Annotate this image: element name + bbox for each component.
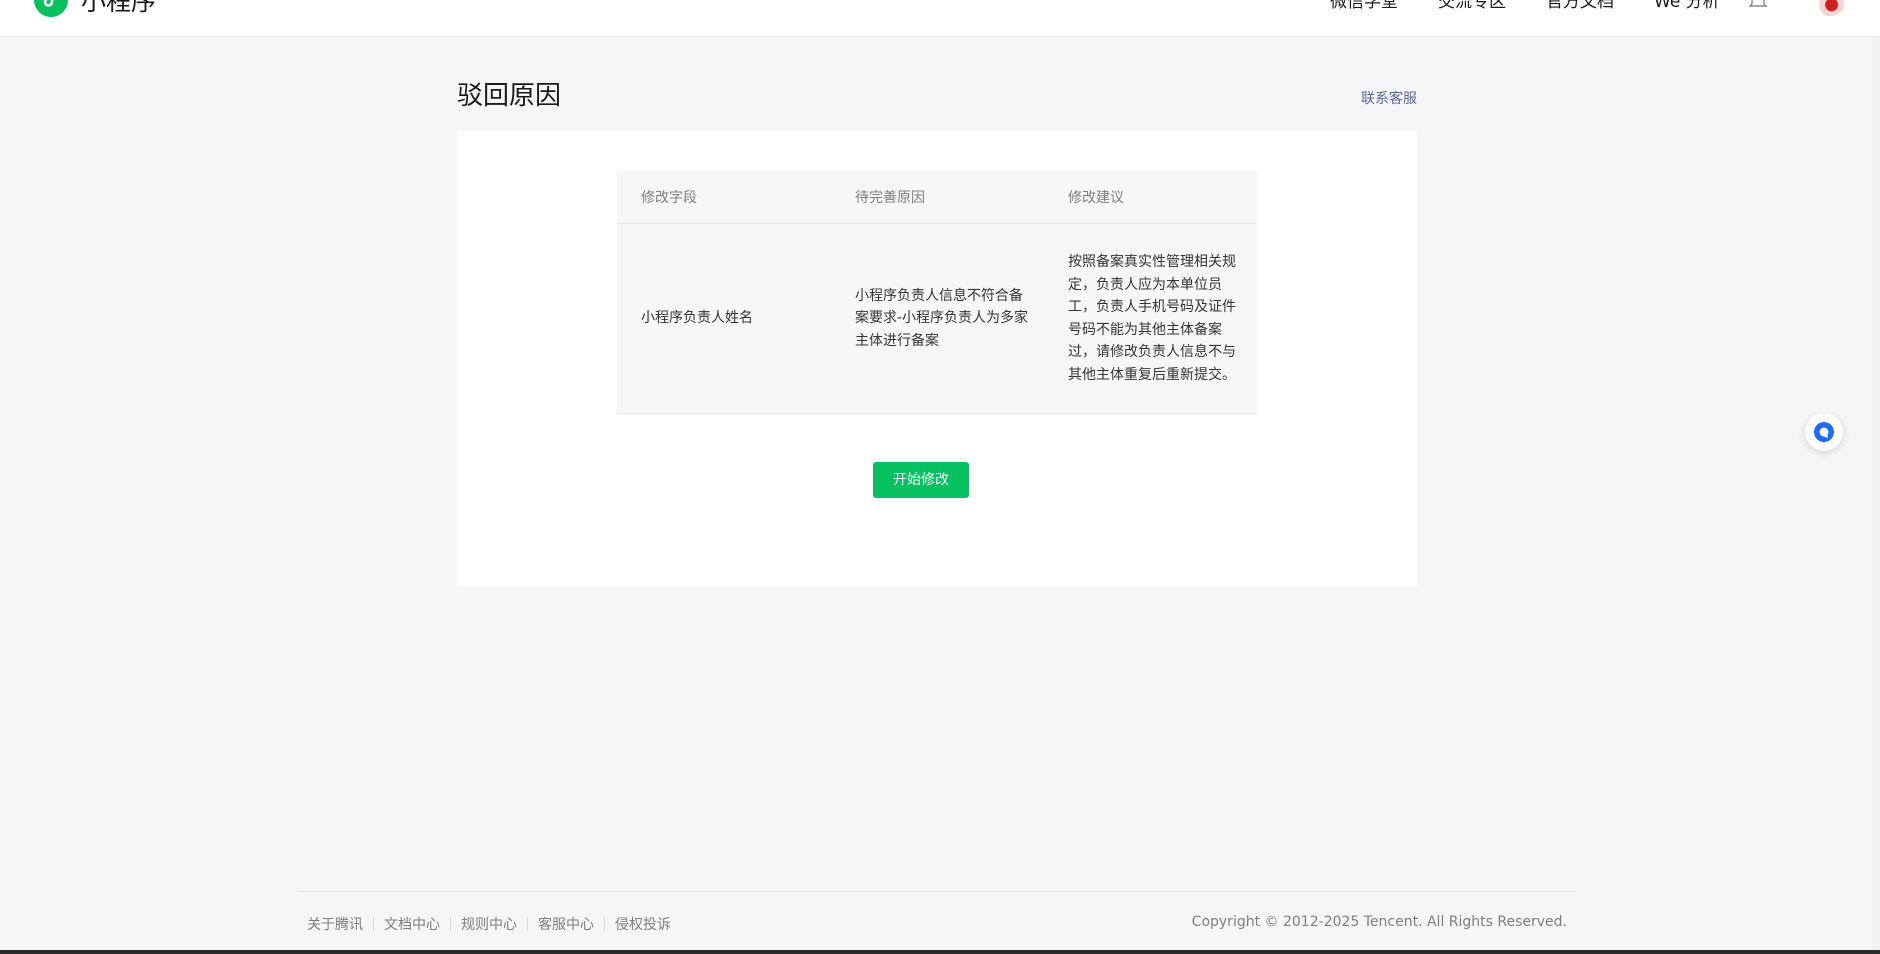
footer-link-support[interactable]: 客服中心 xyxy=(538,914,594,934)
nav-item-wechat-academy[interactable]: 微信学堂 xyxy=(1330,0,1398,12)
window-bottom-edge xyxy=(0,950,1880,954)
bell-icon[interactable] xyxy=(1747,0,1769,10)
miniprogram-logo-icon xyxy=(34,0,68,17)
footer-link-docs[interactable]: 文档中心 xyxy=(384,914,440,934)
page-title: 驳回原因 xyxy=(457,81,562,111)
copyright-text: Copyright © 2012-2025 Tencent. All Right… xyxy=(1191,914,1567,930)
footer-separator xyxy=(450,917,451,931)
footer-divider xyxy=(297,891,1576,892)
cell-field: 小程序负责人姓名 xyxy=(641,310,753,327)
footer-links: 关于腾讯 文档中心 规则中心 客服中心 侵权投诉 xyxy=(307,914,671,934)
footer-link-about[interactable]: 关于腾讯 xyxy=(307,914,363,934)
nav-item-we-analytics[interactable]: We 分析 xyxy=(1654,0,1720,12)
footer-separator xyxy=(604,917,605,931)
page-scrollbar[interactable] xyxy=(1872,37,1880,954)
column-header-reason: 待完善原因 xyxy=(855,190,925,206)
footer-separator xyxy=(373,917,374,931)
start-edit-button[interactable]: 开始修改 xyxy=(873,462,969,498)
table-row: 小程序负责人姓名 小程序负责人信息不符合备案要求-小程序负责人为多家主体进行备案… xyxy=(617,224,1257,413)
rejection-card: 修改字段 待完善原因 修改建议 小程序负责人姓名 小程序负责人信息不符合备案要求… xyxy=(457,131,1417,587)
footer-link-rules[interactable]: 规则中心 xyxy=(461,914,517,934)
logo[interactable]: 小程序 xyxy=(34,0,156,18)
column-header-suggestion: 修改建议 xyxy=(1068,190,1124,206)
nav-item-community[interactable]: 交流专区 xyxy=(1438,0,1506,12)
contact-support-link[interactable]: 联系客服 xyxy=(1361,88,1417,108)
rejection-reason-table: 修改字段 待完善原因 修改建议 小程序负责人姓名 小程序负责人信息不符合备案要求… xyxy=(617,171,1257,414)
top-nav: 微信学堂 交流专区 官方文档 We 分析 xyxy=(1330,0,1720,12)
chat-help-icon[interactable] xyxy=(1805,413,1843,451)
nav-item-docs[interactable]: 官方文档 xyxy=(1546,0,1614,12)
table-header: 修改字段 待完善原因 修改建议 xyxy=(617,171,1257,224)
top-bar: 小程序 微信学堂 交流专区 官方文档 We 分析 xyxy=(0,0,1880,37)
footer-link-infringement[interactable]: 侵权投诉 xyxy=(615,914,671,934)
cell-suggestion: 按照备案真实性管理相关规定，负责人应为本单位员工，负责人手机号码及证件号码不能为… xyxy=(1068,254,1236,383)
avatar[interactable] xyxy=(1814,0,1846,16)
footer-separator xyxy=(527,917,528,931)
logo-text: 小程序 xyxy=(81,0,157,16)
cell-reason: 小程序负责人信息不符合备案要求-小程序负责人为多家主体进行备案 xyxy=(855,287,1029,349)
column-header-field: 修改字段 xyxy=(641,190,697,206)
